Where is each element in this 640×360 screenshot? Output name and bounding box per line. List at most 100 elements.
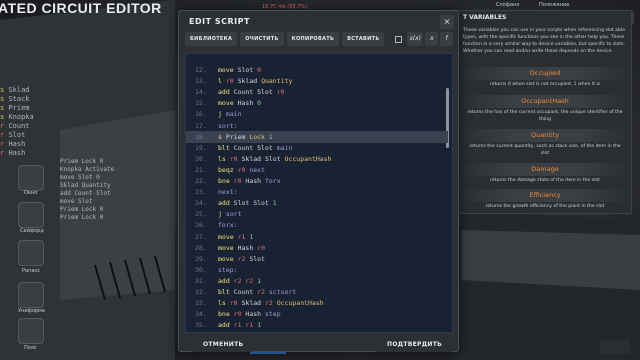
code-token: step:: [218, 265, 238, 274]
code-token: Sklad Slot: [241, 154, 285, 163]
variable-name: Quantity: [459, 129, 631, 142]
code-token: l: [218, 77, 226, 86]
variable-button[interactable]: x: [425, 32, 439, 46]
code-token: r0: [257, 243, 265, 252]
code-token: next: [249, 165, 265, 174]
code-token: Count: [233, 288, 258, 296]
variable-desc: returns the current quantity, such as st…: [469, 144, 621, 156]
code-line[interactable]: 35. add r1 r1 1: [186, 319, 448, 331]
bg-code-line: Sklad Quantity: [60, 182, 111, 189]
code-token: s: [218, 132, 226, 141]
code-token: move: [218, 66, 238, 74]
variable-entry-damage[interactable]: Damage returns the damage state of the i…: [459, 163, 631, 185]
code-token: forx: [264, 177, 281, 185]
inventory-slot[interactable]: [18, 318, 44, 344]
slot-label: Окно: [24, 190, 38, 196]
inventory-slot[interactable]: [18, 282, 44, 308]
code-token: r1: [237, 232, 250, 241]
game-viewport: ATED CIRCUIT EDITOR 10.7C ms (93.7%) s S…: [0, 0, 640, 360]
library-button[interactable]: БИБЛИОТЕКА: [185, 32, 238, 46]
code-token: OccupantHash: [284, 154, 332, 163]
code-token: Hash: [237, 99, 258, 108]
panel-intro: These variables you can use in your scri…: [463, 28, 626, 54]
code-token: next:: [218, 188, 238, 197]
inventory-slot[interactable]: [18, 202, 44, 228]
code-token: r2: [237, 254, 250, 263]
bg-code-line: move Slot: [60, 198, 93, 205]
variable-entry-efficiency[interactable]: Efficiency returns the growth efficiency…: [459, 189, 631, 211]
code-token: Count Slot: [233, 143, 277, 152]
code-token: r2 r2: [233, 276, 258, 285]
code-token: r1 r1: [233, 321, 258, 330]
variable-name: Damage: [459, 163, 631, 176]
toggle-checkbox[interactable]: [395, 35, 403, 43]
code-editor[interactable]: 12. move Slot 0 13. l r0 Sklad Quantity 14. a…: [185, 53, 453, 333]
close-icon[interactable]: ×: [440, 15, 454, 29]
code-token: r0: [233, 310, 246, 319]
inventory-slot[interactable]: [18, 165, 44, 191]
code-token: bne: [218, 310, 234, 319]
bg-code-line: s Stack: [0, 95, 30, 103]
code-token: r2: [257, 288, 269, 296]
bg-code-line: add Count Slot: [60, 190, 111, 197]
slot-label: Униформа: [18, 308, 45, 314]
code-token: step: [264, 310, 281, 319]
code-token: Slot: [249, 254, 265, 263]
bg-code-line: Priem Lock 0: [60, 158, 104, 165]
code-token: move: [218, 254, 238, 263]
code-token: Count Slot: [233, 88, 277, 97]
function-button[interactable]: s(x): [407, 32, 424, 46]
code-token: blt: [218, 288, 234, 296]
copy-button[interactable]: КОПИРОВАТЬ: [286, 32, 340, 46]
code-token: Quantity: [261, 77, 293, 86]
bg-code-line: Priem Lock 0: [60, 206, 104, 213]
code-token: ls: [218, 299, 230, 308]
editor-toolbar: БИБЛИОТЕКА ОЧИСТИТЬ КОПИРОВАТЬ ВСТАВИТЬ …: [185, 31, 453, 47]
bg-code-line: move Slot 0: [60, 174, 100, 181]
code-token: r0: [276, 88, 285, 97]
code-token: move: [218, 232, 238, 241]
variable-entry-occupied[interactable]: Occupied returns 0 when slot is not occu…: [459, 67, 631, 89]
hud-label: Слофано: [496, 2, 520, 8]
code-token: 1: [257, 276, 262, 285]
confirm-button[interactable]: ПОДТВЕРДИТЬ: [377, 338, 452, 352]
code-token: Sklad: [241, 299, 265, 308]
variable-entry-quantity[interactable]: Quantity returns the current quantity, s…: [459, 129, 631, 157]
code-token: Hash: [237, 243, 258, 252]
slot-label: Рапакс: [22, 268, 41, 274]
code-token: r0: [237, 165, 250, 174]
slot-variables-panel: T VARIABLES These variables you can use …: [456, 10, 632, 214]
variable-name: OccupantHash: [459, 95, 631, 108]
variable-name: Efficiency: [459, 189, 631, 202]
code-token: 1: [257, 321, 262, 330]
background-code-left: s Sklad s Stack s Priem s Knopka r Count…: [0, 86, 120, 158]
panel-title: T VARIABLES: [463, 14, 507, 21]
cancel-button[interactable]: ОТМЕНИТЬ: [193, 338, 254, 352]
code-token: move: [218, 243, 238, 252]
code-token: 0: [257, 99, 262, 108]
circuit-editor-title: ATED CIRCUIT EDITOR: [0, 0, 162, 16]
variable-desc: returns the has of the current occupant,…: [467, 110, 623, 122]
code-token: move: [218, 99, 238, 108]
code-token: add: [218, 199, 234, 208]
code-token: r0: [229, 154, 242, 163]
clear-button[interactable]: ОЧИСТИТЬ: [240, 32, 284, 46]
line-number: 35.: [195, 321, 207, 330]
code-token: r2: [264, 299, 277, 308]
code-token: Hash: [245, 310, 265, 319]
code-token: 1: [268, 132, 273, 141]
inventory-slot[interactable]: [18, 240, 44, 266]
code-token: r0: [233, 177, 246, 185]
code-token: 0: [257, 66, 262, 74]
code-token: Lock: [249, 132, 269, 141]
code-token: ls: [218, 154, 230, 163]
slot-label: Пояс: [24, 345, 37, 351]
variable-entry-occupanthash[interactable]: OccupantHash returns the has of the curr…: [459, 95, 631, 123]
f-button[interactable]: f: [440, 32, 453, 46]
paste-button[interactable]: ВСТАВИТЬ: [342, 32, 385, 46]
dialog-title: EDIT SCRIPT: [189, 17, 250, 26]
bg-code-line: s Priem: [0, 104, 30, 112]
code-token: r0: [229, 299, 242, 308]
code-token: j: [218, 110, 226, 119]
code-token: Sklad: [237, 77, 262, 86]
